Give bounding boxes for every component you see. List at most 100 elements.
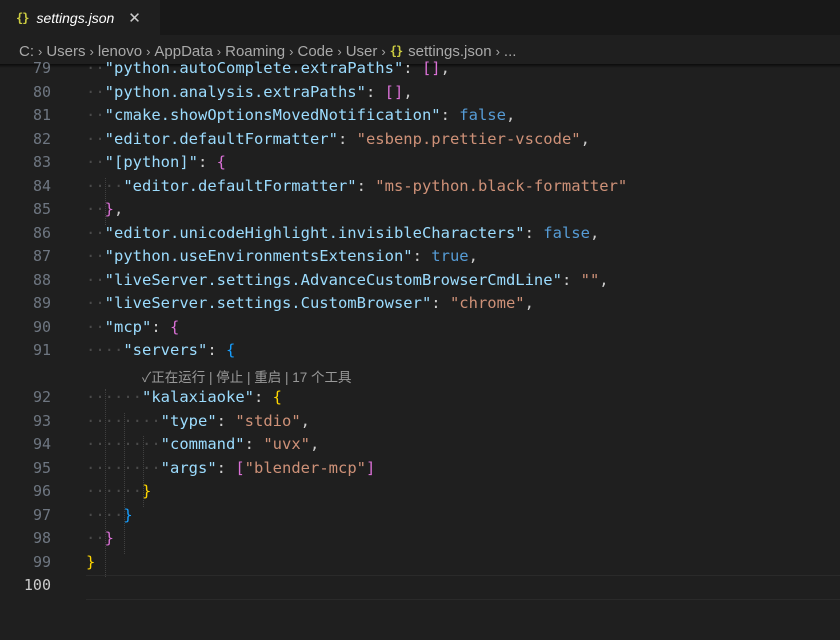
indent-guide [105, 389, 107, 577]
breadcrumb-item-code[interactable]: Code [298, 43, 334, 60]
breadcrumb-item-user[interactable]: User [346, 43, 378, 60]
line-number: 94 [32, 435, 51, 453]
code-text[interactable]: ··"[python]": { [86, 153, 226, 171]
tab-settings-json[interactable]: {} settings.json ✕ [0, 0, 160, 35]
code-text[interactable]: ··"python.autoComplete.extraPaths": [], [86, 59, 450, 77]
code-text[interactable]: ········"args": ["blender-mcp"] [86, 459, 375, 477]
whitespace-marker: ·· [86, 294, 105, 312]
code-token: "command" [160, 435, 245, 453]
code-token: : [216, 458, 236, 477]
code-text[interactable]: ··"mcp": { [86, 318, 179, 336]
code-token: : [365, 82, 385, 101]
code-line[interactable]: 88 ··"liveServer.settings.AdvanceCustomBr… [0, 269, 840, 293]
code-text[interactable]: ······} [86, 482, 151, 500]
whitespace-marker: ·· [86, 317, 105, 336]
whitespace-marker: ·· [86, 129, 105, 148]
close-icon[interactable]: ✕ [128, 9, 141, 27]
code-text[interactable]: ··"liveServer.settings.CustomBrowser": "… [86, 294, 534, 312]
code-token: : [561, 270, 581, 289]
code-line[interactable]: 81 ··"cmake.showOptionsMovedNotification"… [0, 104, 840, 128]
code-text[interactable]: ··"editor.unicodeHighlight.invisibleChar… [86, 224, 599, 242]
code-line[interactable]: 94 ········"command": "uvx", [0, 433, 840, 457]
tab-title: settings.json [36, 9, 115, 26]
code-line[interactable]: 95 ········"args": ["blender-mcp"] [0, 457, 840, 481]
code-line[interactable]: 92 ······"kalaxiaoke": { [0, 386, 840, 410]
code-text[interactable]: ····"servers": { [86, 341, 235, 359]
code-line[interactable]: 100 [0, 574, 840, 598]
line-number: 99 [32, 552, 51, 571]
line-number: 85 [32, 200, 51, 218]
code-text[interactable]: ··"python.useEnvironmentsExtension": tru… [86, 247, 478, 265]
code-line[interactable]: 96 ······} [0, 480, 840, 504]
code-text[interactable]: ····"editor.defaultFormatter": "ms-pytho… [86, 177, 627, 195]
code-token: , [505, 106, 516, 124]
code-token: "esbenp.prettier-vscode" [356, 129, 581, 148]
code-line[interactable]: 91 ····"servers": { [0, 339, 840, 363]
code-line[interactable]: 93 ········"type": "stdio", [0, 410, 840, 434]
code-token: } [86, 552, 96, 571]
mcp-codelens[interactable]: ✓正在运行 | 停止 | 重启 | 17 个工具 [142, 366, 352, 386]
chevron-right-icon: › [38, 43, 43, 59]
code-token: : [440, 106, 460, 124]
code-token: : [151, 317, 171, 336]
code-text[interactable]: } [86, 553, 95, 571]
whitespace-marker: ·· [86, 153, 105, 171]
code-text[interactable]: ········"type": "stdio", [86, 412, 310, 430]
code-token: true [431, 247, 469, 265]
chevron-right-icon: › [89, 43, 94, 59]
code-line[interactable]: 82 ··"editor.defaultFormatter": "esbenp.p… [0, 128, 840, 152]
breadcrumb-item-lenovo[interactable]: lenovo [98, 43, 142, 60]
code-line[interactable]: 97 ····} [0, 504, 840, 528]
indent-guide [105, 177, 107, 225]
whitespace-marker: ···· [86, 341, 124, 359]
code-line[interactable]: 90 ··"mcp": { [0, 316, 840, 340]
code-text[interactable]: ··"cmake.showOptionsMovedNotification": … [86, 106, 515, 124]
code-token: "chrome" [449, 294, 525, 312]
code-token: : [253, 388, 273, 406]
code-token: , [300, 411, 310, 430]
line-number: 90 [32, 317, 51, 336]
line-number: 88 [32, 270, 51, 289]
code-token: "python.useEnvironmentsExtension" [104, 247, 413, 265]
indent-guide [124, 412, 126, 554]
chevron-right-icon: › [495, 43, 500, 59]
breadcrumb-more[interactable]: ... [504, 43, 517, 60]
code-line[interactable]: 83 ··"[python]": { [0, 151, 840, 175]
code-text[interactable]: ··"liveServer.settings.AdvanceCustomBrow… [86, 271, 609, 289]
whitespace-marker: ·· [86, 247, 105, 265]
line-number: 80 [32, 82, 51, 101]
line-number: 83 [32, 153, 51, 171]
code-text[interactable]: ······"kalaxiaoke": { [86, 388, 282, 406]
code-token: [] [384, 82, 404, 101]
code-token: , [524, 294, 534, 312]
code-editor[interactable]: ✓正在运行 | 停止 | 重启 | 17 个工具 79 ··"python.aut… [0, 58, 840, 640]
code-token: [ [235, 458, 245, 477]
code-text[interactable]: ··"python.analysis.extraPaths": [], [86, 83, 413, 101]
breadcrumb-item-c[interactable]: C: [19, 43, 34, 60]
code-line[interactable]: 89 ··"liveServer.settings.CustomBrowser":… [0, 292, 840, 316]
code-text[interactable]: ··} [86, 529, 114, 547]
code-line[interactable]: 87 ··"python.useEnvironmentsExtension": t… [0, 245, 840, 269]
breadcrumb-item-roaming[interactable]: Roaming [225, 43, 285, 60]
line-number: 97 [32, 505, 51, 524]
code-token: false [543, 223, 590, 242]
breadcrumb-item-users[interactable]: Users [46, 43, 85, 60]
code-token: "args" [160, 458, 217, 477]
code-token: : [337, 129, 357, 148]
code-line[interactable]: 86 ··"editor.unicodeHighlight.invisibleCh… [0, 222, 840, 246]
code-line[interactable]: 79 ··"python.autoComplete.extraPaths": []… [0, 58, 840, 81]
breadcrumb-item-appdata[interactable]: AppData [154, 43, 212, 60]
code-line[interactable]: 80 ··"python.analysis.extraPaths": [], [0, 81, 840, 105]
code-token: "cmake.showOptionsMovedNotification" [104, 106, 441, 124]
code-line[interactable]: 99} [0, 551, 840, 575]
code-token: : [216, 411, 236, 430]
code-text[interactable]: ··"editor.defaultFormatter": "esbenp.pre… [86, 130, 590, 148]
code-line[interactable]: 85 ··}, [0, 198, 840, 222]
code-line[interactable]: 84 ····"editor.defaultFormatter": "ms-pyt… [0, 175, 840, 199]
whitespace-marker: ·· [86, 529, 105, 547]
code-token: "kalaxiaoke" [142, 388, 254, 406]
code-line[interactable]: 98 ··} [0, 527, 840, 551]
code-text[interactable]: ········"command": "uvx", [86, 435, 319, 453]
line-number: 82 [32, 129, 51, 148]
breadcrumb-item-file[interactable]: settings.json [408, 43, 491, 60]
